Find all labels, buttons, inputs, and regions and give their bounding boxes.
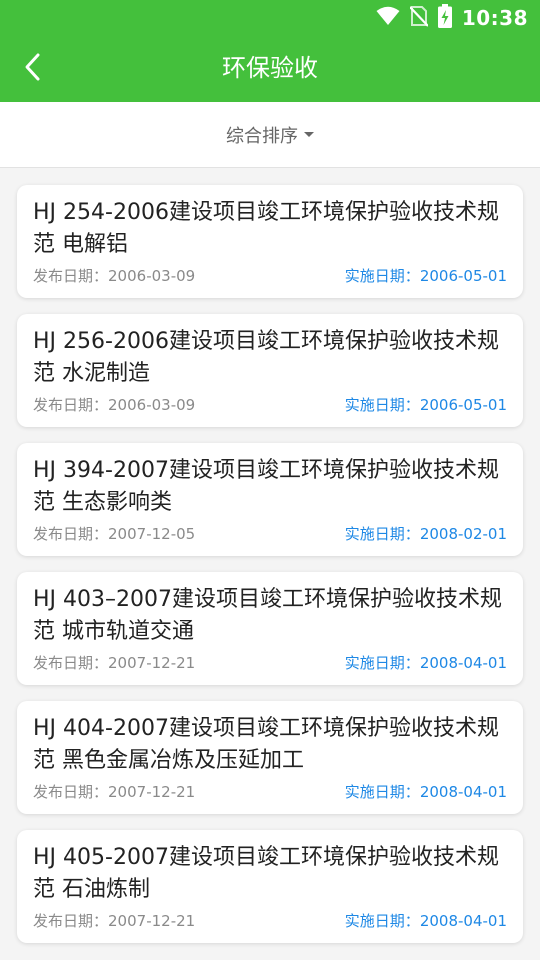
- list-item[interactable]: HJ 404-2007建设项目竣工环境保护验收技术规范 黑色金属冶炼及压延加工 …: [17, 701, 523, 814]
- sort-bar: 综合排序: [0, 102, 540, 168]
- app-header: 10:38 环保验收: [0, 0, 540, 102]
- implemented-date: 实施日期：2008-02-01: [344, 525, 507, 543]
- status-time: 10:38: [461, 6, 528, 30]
- published-date: 发布日期：2007-12-21: [33, 783, 196, 801]
- item-title: HJ 405-2007建设项目竣工环境保护验收技术规范 石油炼制: [33, 845, 499, 902]
- item-title: HJ 403–2007建设项目竣工环境保护验收技术规范 城市轨道交通: [33, 587, 503, 644]
- implemented-date: 实施日期：2008-04-01: [344, 654, 507, 672]
- list-item[interactable]: HJ 256-2006建设项目竣工环境保护验收技术规范 水泥制造 发布日期：20…: [17, 314, 523, 427]
- toolbar: 环保验收: [0, 36, 540, 102]
- sort-label: 综合排序: [226, 125, 298, 147]
- list-item[interactable]: HJ 394-2007建设项目竣工环境保护验收技术规范 生态影响类 发布日期：2…: [17, 443, 523, 556]
- item-meta: 发布日期：2007-12-21 实施日期：2008-04-01: [33, 911, 507, 931]
- item-title: HJ 254-2006建设项目竣工环境保护验收技术规范 电解铝: [33, 200, 499, 257]
- implemented-date: 实施日期：2008-04-01: [344, 783, 507, 801]
- list-item[interactable]: HJ 403–2007建设项目竣工环境保护验收技术规范 城市轨道交通 发布日期：…: [17, 572, 523, 685]
- published-date: 发布日期：2007-12-21: [33, 654, 196, 672]
- implemented-date: 实施日期：2006-05-01: [344, 396, 507, 414]
- item-title: HJ 394-2007建设项目竣工环境保护验收技术规范 生态影响类: [33, 458, 499, 515]
- page-title: 环保验收: [222, 54, 318, 82]
- published-date: 发布日期：2006-03-09: [33, 267, 196, 285]
- item-meta: 发布日期：2007-12-21 实施日期：2008-04-01: [33, 782, 507, 802]
- item-title: HJ 404-2007建设项目竣工环境保护验收技术规范 黑色金属冶炼及压延加工: [33, 716, 499, 773]
- no-sim-icon: [409, 5, 429, 31]
- status-bar: 10:38: [0, 0, 540, 36]
- published-date: 发布日期：2007-12-05: [33, 525, 196, 543]
- status-icons: 10:38: [376, 4, 528, 32]
- item-meta: 发布日期：2006-03-09 实施日期：2006-05-01: [33, 266, 507, 286]
- item-meta: 发布日期：2006-03-09 实施日期：2006-05-01: [33, 395, 507, 415]
- item-meta: 发布日期：2007-12-05 实施日期：2008-02-01: [33, 524, 507, 544]
- list-item[interactable]: HJ 254-2006建设项目竣工环境保护验收技术规范 电解铝 发布日期：200…: [17, 185, 523, 298]
- wifi-icon: [376, 6, 400, 30]
- battery-charging-icon: [437, 4, 452, 32]
- list-item[interactable]: HJ 405-2007建设项目竣工环境保护验收技术规范 石油炼制 发布日期：20…: [17, 830, 523, 943]
- standards-list: HJ 254-2006建设项目竣工环境保护验收技术规范 电解铝 发布日期：200…: [0, 168, 540, 960]
- published-date: 发布日期：2007-12-21: [33, 912, 196, 930]
- item-meta: 发布日期：2007-12-21 实施日期：2008-04-01: [33, 653, 507, 673]
- published-date: 发布日期：2006-03-09: [33, 396, 196, 414]
- implemented-date: 实施日期：2006-05-01: [344, 267, 507, 285]
- caret-down-icon: [304, 132, 314, 137]
- item-title: HJ 256-2006建设项目竣工环境保护验收技术规范 水泥制造: [33, 329, 499, 386]
- implemented-date: 实施日期：2008-04-01: [344, 912, 507, 930]
- sort-dropdown[interactable]: 综合排序: [226, 122, 314, 148]
